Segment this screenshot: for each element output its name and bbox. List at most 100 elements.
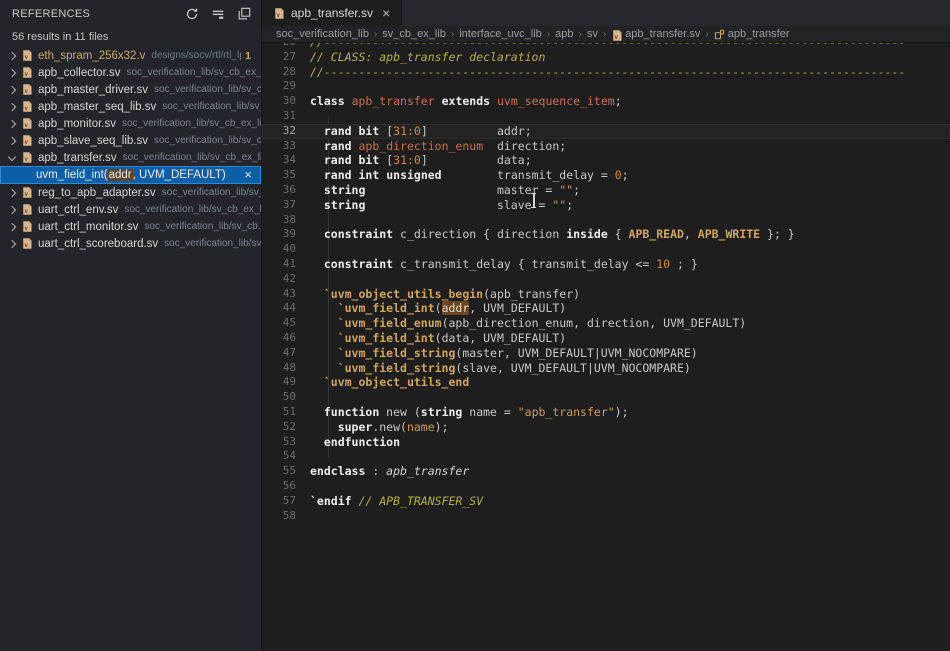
code-line-29[interactable]: 29 [262, 79, 950, 94]
chevron-right-icon[interactable] [8, 205, 16, 213]
file-name: apb_master_driver.sv [38, 84, 148, 96]
code-line-33[interactable]: 33 rand apb_direction_enum direction; [262, 139, 950, 154]
file-path: soc_verification_lib/sv_... [162, 187, 261, 198]
file-row-apb_monitor-sv[interactable]: vapb_monitor.svsoc_verification_lib/sv_c… [0, 115, 261, 132]
dismiss-result-icon[interactable]: × [244, 166, 252, 184]
sv-file-icon: v [21, 203, 33, 216]
chevron-right-icon[interactable] [8, 136, 16, 144]
line-text: `uvm_field_string(slave, UVM_DEFAULT|UVM… [310, 361, 950, 376]
code-line-34[interactable]: 34 rand bit [31:0] data; [262, 153, 950, 168]
file-name: apb_slave_seq_lib.sv [38, 135, 148, 147]
line-number: 54 [262, 449, 310, 464]
code-line-35[interactable]: 35 rand int unsigned transmit_delay = 0; [262, 168, 950, 183]
breadcrumb-item-sv[interactable]: sv [587, 28, 598, 40]
code-line-56[interactable]: 56 [262, 479, 950, 494]
chevron-right-icon[interactable] [8, 222, 16, 230]
file-row-apb_transfer-sv[interactable]: vapb_transfer.svsoc_verification_lib/sv_… [0, 149, 261, 166]
line-text: // CLASS: apb_transfer declaration [310, 50, 950, 65]
line-number: 29 [262, 79, 310, 94]
references-toolbar [185, 7, 251, 21]
svg-text:v: v [24, 88, 28, 95]
code-line-53[interactable]: 53 endfunction [262, 435, 950, 450]
code-line-48[interactable]: 48 `uvm_field_string(slave, UVM_DEFAULT|… [262, 361, 950, 376]
code-content: 26//------------------------------------… [262, 43, 950, 523]
line-text: `uvm_field_int(data, UVM_DEFAULT) [310, 331, 950, 346]
file-path: soc_verification_lib/sv_... [162, 101, 261, 112]
sv-file-icon: v [21, 49, 33, 62]
file-row-apb_master_seq_lib-sv[interactable]: vapb_master_seq_lib.svsoc_verification_l… [0, 98, 261, 115]
code-line-39[interactable]: 39 constraint c_direction { direction in… [262, 227, 950, 242]
svg-text:v: v [24, 122, 28, 129]
code-line-43[interactable]: 43 `uvm_object_utils_begin(apb_transfer) [262, 287, 950, 302]
code-line-32[interactable]: 32 rand bit [31:0] addr; [262, 124, 950, 139]
line-number: 49 [262, 375, 310, 390]
list-view-icon[interactable] [211, 7, 225, 21]
code-area[interactable]: 26//------------------------------------… [262, 43, 950, 651]
tab-apb-transfer[interactable]: v apb_transfer.sv × [262, 0, 402, 26]
line-text [310, 213, 950, 228]
code-line-51[interactable]: 51 function new (string name = "apb_tran… [262, 405, 950, 420]
chevron-right-icon[interactable] [8, 188, 16, 196]
code-line-30[interactable]: 30class apb_transfer extends uvm_sequenc… [262, 94, 950, 109]
file-row-apb_collector-sv[interactable]: vapb_collector.svsoc_verification_lib/sv… [0, 64, 261, 81]
result-item-selected[interactable]: uvm_field_int(addr, UVM_DEFAULT)× [0, 166, 261, 184]
code-line-44[interactable]: 44 `uvm_field_int(addr, UVM_DEFAULT) [262, 301, 950, 316]
breadcrumb-item-apb_transfer-sv[interactable]: vapb_transfer.sv [611, 28, 700, 40]
line-number: 38 [262, 213, 310, 228]
file-row-uart_ctrl_scoreboard-sv[interactable]: vuart_ctrl_scoreboard.svsoc_verification… [0, 235, 261, 252]
breadcrumb-item-apb_transfer[interactable]: apb_transfer [714, 28, 790, 40]
collapse-all-icon[interactable] [237, 7, 251, 21]
file-row-apb_master_driver-sv[interactable]: vapb_master_driver.svsoc_verification_li… [0, 81, 261, 98]
chevron-down-icon[interactable] [8, 152, 16, 160]
file-path: soc_verification_lib/sv_cb_ex_li... [124, 204, 261, 215]
line-number: 31 [262, 109, 310, 124]
code-line-38[interactable]: 38 [262, 213, 950, 228]
line-number: 41 [262, 257, 310, 272]
file-row-reg_to_apb_adapter-sv[interactable]: vreg_to_apb_adapter.svsoc_verification_l… [0, 184, 261, 201]
breadcrumb-item-apb[interactable]: apb [555, 28, 573, 40]
sv-file-icon: v [21, 237, 33, 250]
tab-close-icon[interactable]: × [382, 5, 390, 21]
code-line-42[interactable]: 42 [262, 272, 950, 287]
refresh-icon[interactable] [185, 7, 199, 21]
chevron-right-icon[interactable] [8, 68, 16, 76]
line-number: 57 [262, 494, 310, 509]
reference-match-highlight: addr [442, 301, 470, 315]
code-line-37[interactable]: 37 string slave = ""; [262, 198, 950, 213]
code-line-45[interactable]: 45 `uvm_field_enum(apb_direction_enum, d… [262, 316, 950, 331]
line-text [310, 79, 950, 94]
line-text: rand int unsigned transmit_delay = 0; [310, 168, 950, 183]
line-number: 44 [262, 301, 310, 316]
code-line-54[interactable]: 54 [262, 449, 950, 464]
breadcrumb-item-soc_verification_lib[interactable]: soc_verification_lib [276, 28, 369, 40]
code-line-26[interactable]: 26//------------------------------------… [262, 43, 950, 50]
code-line-52[interactable]: 52 super.new(name); [262, 420, 950, 435]
line-number: 42 [262, 272, 310, 287]
code-line-57[interactable]: 57`endif // APB_TRANSFER_SV [262, 494, 950, 509]
code-line-40[interactable]: 40 [262, 242, 950, 257]
code-line-27[interactable]: 27// CLASS: apb_transfer declaration [262, 50, 950, 65]
code-line-50[interactable]: 50 [262, 390, 950, 405]
file-row-uart_ctrl_monitor-sv[interactable]: vuart_ctrl_monitor.svsoc_verification_li… [0, 218, 261, 235]
breadcrumb-item-interface_uvc_lib[interactable]: interface_uvc_lib [459, 28, 542, 40]
chevron-right-icon[interactable] [8, 239, 16, 247]
file-name: uart_ctrl_scoreboard.sv [38, 238, 158, 250]
chevron-right-icon[interactable] [8, 85, 16, 93]
code-line-55[interactable]: 55endclass : apb_transfer [262, 464, 950, 479]
code-line-58[interactable]: 58 [262, 509, 950, 524]
file-row-eth_spram_256x32-v[interactable]: veth_spram_256x32.vdesigns/socv/rtl/rtl_… [0, 47, 261, 64]
chevron-right-icon[interactable] [8, 102, 16, 110]
breadcrumb-item-sv_cb_ex_lib[interactable]: sv_cb_ex_lib [382, 28, 446, 40]
chevron-right-icon[interactable] [8, 51, 16, 59]
chevron-right-icon[interactable] [8, 119, 16, 127]
code-line-28[interactable]: 28//------------------------------------… [262, 65, 950, 80]
code-line-41[interactable]: 41 constraint c_transmit_delay { transmi… [262, 257, 950, 272]
file-row-uart_ctrl_env-sv[interactable]: vuart_ctrl_env.svsoc_verification_lib/sv… [0, 201, 261, 218]
code-line-49[interactable]: 49 `uvm_object_utils_end [262, 375, 950, 390]
file-row-apb_slave_seq_lib-sv[interactable]: vapb_slave_seq_lib.svsoc_verification_li… [0, 132, 261, 149]
line-number: 26 [262, 43, 310, 50]
code-line-31[interactable]: 31 [262, 109, 950, 124]
code-line-36[interactable]: 36 string master = ""; [262, 183, 950, 198]
code-line-47[interactable]: 47 `uvm_field_string(master, UVM_DEFAULT… [262, 346, 950, 361]
code-line-46[interactable]: 46 `uvm_field_int(data, UVM_DEFAULT) [262, 331, 950, 346]
